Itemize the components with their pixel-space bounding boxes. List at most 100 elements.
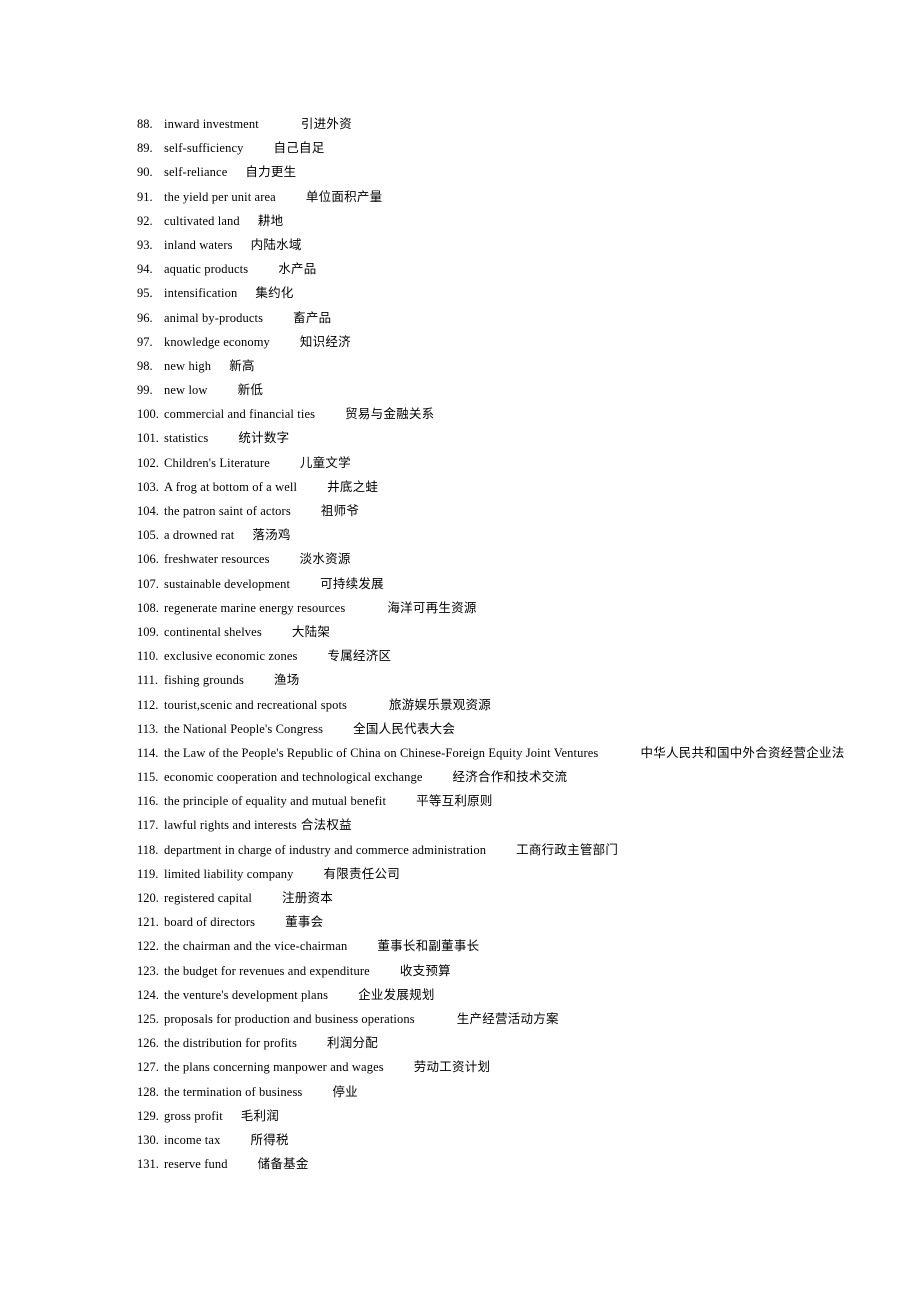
glossary-entry: 98. new high 新高 xyxy=(0,354,920,378)
glossary-entry: 106. freshwater resources 淡水资源 xyxy=(0,547,920,571)
entry-term-english: sustainable development xyxy=(164,576,291,591)
entry-term-english: animal by-products xyxy=(164,310,264,325)
glossary-entry: 127. the plans concerning manpower and wa… xyxy=(0,1055,920,1079)
entry-number: 99. xyxy=(137,383,153,398)
glossary-entry: 92. cultivated land 耕地 xyxy=(0,209,920,233)
glossary-entry: 102. Children's Literature 儿童文学 xyxy=(0,451,920,475)
glossary-entry: 109. continental shelves 大陆架 xyxy=(0,620,920,644)
entry-term-chinese: 中华人民共和国中外合资经营企业法 xyxy=(640,744,845,760)
entry-term-chinese: 经济合作和技术交流 xyxy=(452,769,568,785)
entry-number: 88. xyxy=(137,117,153,131)
entry-number: 107. xyxy=(137,576,159,591)
entry-number: 128. xyxy=(137,1084,159,1099)
entry-number: 115. xyxy=(137,770,159,785)
glossary-entry: 108. regenerate marine energy resources 海洋… xyxy=(0,596,920,620)
entry-term-chinese: 全国人民代表大会 xyxy=(353,720,456,736)
glossary-entry: 115. economic cooperation and technologic… xyxy=(0,765,920,789)
entry-number: 113. xyxy=(137,721,159,736)
glossary-entry: 124. the venture's development plans 企业发展规… xyxy=(0,983,920,1007)
entry-term-english: registered capital xyxy=(164,891,252,905)
entry-number: 96. xyxy=(137,310,153,325)
glossary-entry: 110. exclusive economic zones 专属经济区 xyxy=(0,644,920,668)
entry-term-chinese: 注册资本 xyxy=(281,890,333,905)
entry-number: 112. xyxy=(137,697,159,712)
entry-term-english: the distribution for profits xyxy=(164,1036,297,1051)
entry-number: 105. xyxy=(137,528,159,543)
entry-term-english: the budget for revenues and expenditure xyxy=(164,963,370,978)
entry-term-chinese: 收支预算 xyxy=(399,962,451,978)
entry-term-chinese: 毛利润 xyxy=(240,1107,280,1123)
entry-term-chinese: 引进外资 xyxy=(300,116,352,131)
glossary-entry: 116. the principle of equality and mutual… xyxy=(0,789,920,813)
glossary-entry: 121. board of directors 董事会 xyxy=(0,910,920,934)
glossary-entry: 131. reserve fund 储备基金 xyxy=(0,1152,920,1176)
entry-term-chinese: 专属经济区 xyxy=(327,648,392,664)
entry-term-english: income tax xyxy=(164,1132,221,1147)
entry-number: 91. xyxy=(137,189,153,204)
entry-term-english: continental shelves xyxy=(164,624,262,639)
entry-term-chinese: 劳动工资计划 xyxy=(413,1059,491,1075)
entry-number: 98. xyxy=(137,358,153,373)
entry-term-english: proposals for production and business op… xyxy=(164,1011,415,1026)
entry-term-chinese: 水产品 xyxy=(278,261,317,277)
glossary-entry: 128. the termination of business 停业 xyxy=(0,1080,920,1104)
entry-term-chinese: 董事长和副董事长 xyxy=(377,938,480,954)
glossary-entry: 97. knowledge economy 知识经济 xyxy=(0,330,920,354)
entry-term-chinese: 平等互利原则 xyxy=(416,793,493,809)
entry-number: 124. xyxy=(137,987,159,1002)
entry-term-chinese: 有限责任公司 xyxy=(323,865,401,881)
entry-term-chinese: 自力更生 xyxy=(245,164,297,180)
entry-number: 125. xyxy=(137,1011,159,1026)
entry-term-chinese: 储备基金 xyxy=(257,1156,309,1172)
entry-number: 127. xyxy=(137,1060,159,1075)
glossary-entry: 101. statistics 统计数字 xyxy=(0,426,920,450)
entry-number: 89. xyxy=(137,141,153,156)
glossary-entry: 114. the Law of the People's Republic of … xyxy=(0,741,920,765)
glossary-entry: 125. proposals for production and busines… xyxy=(0,1007,920,1031)
glossary-entry: 130. income tax 所得税 xyxy=(0,1128,920,1152)
glossary-entry: 126. the distribution for profits 利润分配 xyxy=(0,1031,920,1055)
glossary-entry: 105. a drowned rat 落汤鸡 xyxy=(0,523,920,547)
glossary-entry: 120. registered capital 注册资本 xyxy=(0,886,920,910)
entry-term-chinese: 新低 xyxy=(237,382,264,398)
entry-term-chinese: 祖师爷 xyxy=(320,503,360,518)
entry-number: 103. xyxy=(137,479,159,494)
entry-term-english: freshwater resources xyxy=(164,552,270,567)
entry-number: 116. xyxy=(137,794,159,809)
glossary-entry: 129. gross profit 毛利润 xyxy=(0,1104,920,1128)
entry-term-chinese: 畜产品 xyxy=(293,309,332,325)
entry-term-chinese: 贸易与金融关系 xyxy=(345,406,435,422)
entry-term-english: the National People's Congress xyxy=(164,721,324,736)
glossary-entry: 99. new low 新低 xyxy=(0,378,920,402)
entry-number: 130. xyxy=(137,1132,159,1147)
entry-term-chinese: 旅游娱乐景观资源 xyxy=(389,696,492,712)
entry-term-chinese: 生产经营活动方案 xyxy=(456,1010,559,1026)
glossary-entry: 118. department in charge of industry and… xyxy=(0,838,920,862)
entry-term-chinese: 大陆架 xyxy=(291,623,331,639)
entry-term-chinese: 可持续发展 xyxy=(320,575,384,591)
entry-term-chinese: 统计数字 xyxy=(238,430,290,446)
glossary-entry: 123. the budget for revenues and expendit… xyxy=(0,959,920,983)
entry-term-chinese: 新高 xyxy=(229,357,255,373)
entry-number: 129. xyxy=(137,1108,159,1123)
entry-number: 90. xyxy=(137,165,153,180)
entry-term-english: self-reliance xyxy=(164,165,228,180)
entry-number: 110. xyxy=(137,649,159,664)
entry-term-english: fishing grounds xyxy=(164,673,244,688)
entry-term-english: the yield per unit area xyxy=(164,189,276,204)
glossary-entry: 90. self-reliance 自力更生 xyxy=(0,160,920,184)
entry-term-chinese: 停业 xyxy=(332,1083,358,1099)
entry-number: 101. xyxy=(137,431,159,446)
entry-term-chinese: 所得税 xyxy=(250,1131,289,1147)
glossary-entry: 91. the yield per unit area 单位面积产量 xyxy=(0,185,920,209)
entry-number: 108. xyxy=(137,600,159,615)
entry-number: 111. xyxy=(137,673,158,688)
entry-number: 104. xyxy=(137,504,159,518)
entry-term-english: lawful rights and interests xyxy=(164,818,297,833)
entry-number: 123. xyxy=(137,963,159,978)
entry-term-english: new low xyxy=(164,383,208,398)
entry-term-chinese: 淡水资源 xyxy=(299,551,351,567)
entry-term-chinese: 落汤鸡 xyxy=(252,527,291,543)
glossary-list: 88. inward investment 引进外资 89. self-sufficie… xyxy=(0,112,920,1176)
entry-number: 121. xyxy=(137,915,159,930)
